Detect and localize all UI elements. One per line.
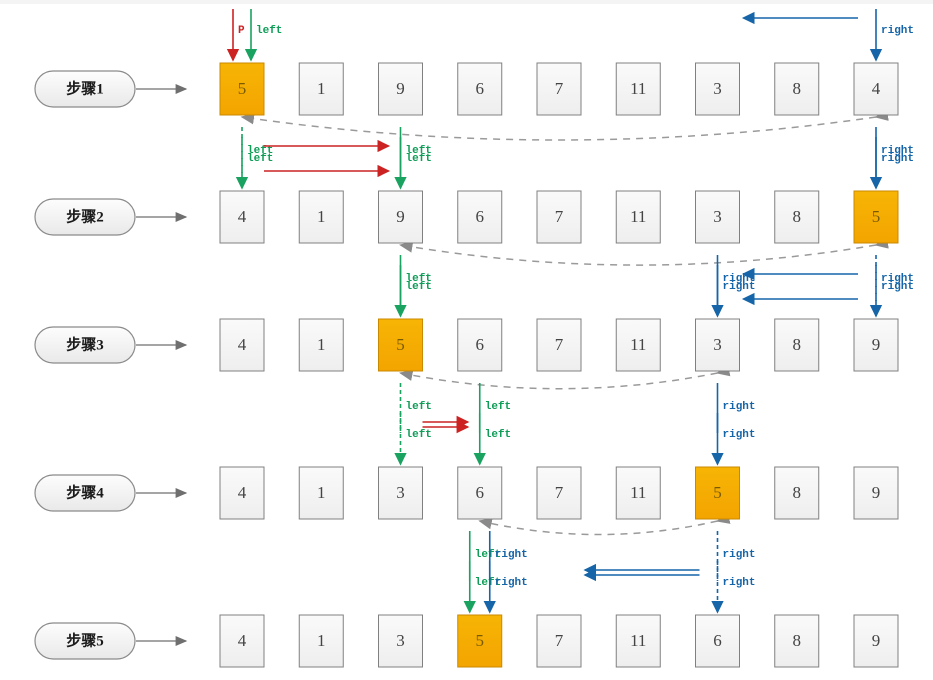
array-cell-value: 5 (396, 335, 405, 354)
array-cell-value: 1 (317, 631, 326, 650)
step-row: 步骤5 4 1 3 5 7 11 6 8 9leftright right (34, 561, 899, 668)
pointer-label-right: right (723, 549, 756, 561)
array-cell-value: 6 (476, 483, 485, 502)
step-label-text: 步骤1 (66, 80, 104, 97)
array-cell-value: 8 (793, 79, 802, 98)
array-cell-value: 8 (793, 631, 802, 650)
array-cell-value: 5 (238, 79, 247, 98)
array-cell-value: 9 (872, 483, 881, 502)
array-cell-value: 8 (793, 335, 802, 354)
array-cell-value: 6 (713, 631, 722, 650)
pointer-label-right: right (723, 281, 756, 293)
array-cell-value: 5 (476, 631, 485, 650)
array-cell-value: 7 (555, 335, 564, 354)
array-cell-value: 3 (713, 207, 722, 226)
array-cell-value: 11 (630, 631, 646, 650)
step-label-text: 步骤5 (66, 632, 104, 649)
array-cell-value: 4 (872, 79, 881, 98)
swap-arc (240, 109, 889, 141)
step-row: 步骤1 5 1 9 6 7 11 3 8 4 P left right left left right (34, 9, 914, 178)
array-cell-value: 7 (555, 79, 564, 98)
array-cell-value: 3 (396, 483, 405, 502)
array-cell-value: 7 (555, 631, 564, 650)
pointer-label-left: left (247, 153, 273, 165)
array-cell-value: 8 (793, 207, 802, 226)
array-cell-value: 3 (713, 79, 722, 98)
array-cell-value: 7 (555, 207, 564, 226)
array-cell-value: 4 (238, 335, 247, 354)
diagram-svg: 步骤1 5 1 9 6 7 11 3 8 4P left rightleft left right步骤2 4… (34, 9, 914, 668)
pointer-label-right: right (881, 153, 914, 165)
pointer-label-pivot: P (238, 25, 245, 37)
array-cell-value: 11 (630, 483, 646, 502)
pointer-label-right: right (495, 549, 528, 561)
array-cell-value: 9 (396, 207, 405, 226)
pointer-label-right: right (495, 577, 528, 589)
swap-arc (399, 237, 889, 266)
array-cell-value: 11 (630, 79, 646, 98)
array-cell-value: 4 (238, 207, 247, 226)
array-cell-value: 11 (630, 207, 646, 226)
pointer-label-left: left (406, 281, 432, 293)
pointer-label-right: right (723, 577, 756, 589)
array-cell-value: 5 (713, 483, 722, 502)
array-cell-value: 1 (317, 207, 326, 226)
step-label-text: 步骤3 (66, 336, 104, 353)
array-cell-value: 1 (317, 483, 326, 502)
array-cell-value: 6 (476, 335, 485, 354)
pointer-label-left: left (406, 153, 432, 165)
pointer-label-left: left (485, 429, 511, 441)
array-cell-value: 8 (793, 483, 802, 502)
diagram-canvas: 步骤1 5 1 9 6 7 11 3 8 4 Pleft right left left right 步骤2 4… (0, 0, 933, 680)
array-cell-value: 1 (317, 335, 326, 354)
pointer-label-left: left (406, 401, 432, 413)
pointer-label-right: right (881, 25, 914, 37)
step-row: 步骤3 4 1 5 6 7 11 3 8 9 left right right left left right (34, 265, 914, 434)
array-cell-value: 3 (396, 631, 405, 650)
step-row: 步骤4 4 1 3 6 7 11 5 8 9left left rightleftright right (34, 413, 899, 582)
swap-arc (478, 512, 731, 536)
step-label-text: 步骤2 (66, 208, 104, 225)
array-cell-value: 3 (713, 335, 722, 354)
array-cell-value: 6 (476, 79, 485, 98)
generated-content: 步骤1 5 1 9 6 7 11 3 8 4P left rightleft left right步骤2 4… (34, 9, 914, 668)
step-row: 步骤2 4 1 9 6 7 11 3 8 5 left left right left right right (34, 137, 914, 306)
array-cell-value: 4 (238, 483, 247, 502)
array-cell-value: 11 (630, 335, 646, 354)
array-cell-value: 7 (555, 483, 564, 502)
step-label-text: 步骤4 (66, 484, 104, 501)
pointer-label-left: left (406, 429, 432, 441)
array-cell-value: 9 (872, 631, 881, 650)
pointer-label-right: right (723, 429, 756, 441)
array-cell-value: 4 (238, 631, 247, 650)
array-cell-value: 9 (872, 335, 881, 354)
array-cell-value: 6 (476, 207, 485, 226)
array-cell-value: 5 (872, 207, 881, 226)
array-cell-value: 1 (317, 79, 326, 98)
pointer-label-left: left (485, 401, 511, 413)
pointer-label-right: right (723, 401, 756, 413)
swap-arc (399, 365, 731, 390)
array-cell-value: 9 (396, 79, 405, 98)
pointer-label-right: right (881, 281, 914, 293)
pointer-label-left: left (256, 25, 282, 37)
